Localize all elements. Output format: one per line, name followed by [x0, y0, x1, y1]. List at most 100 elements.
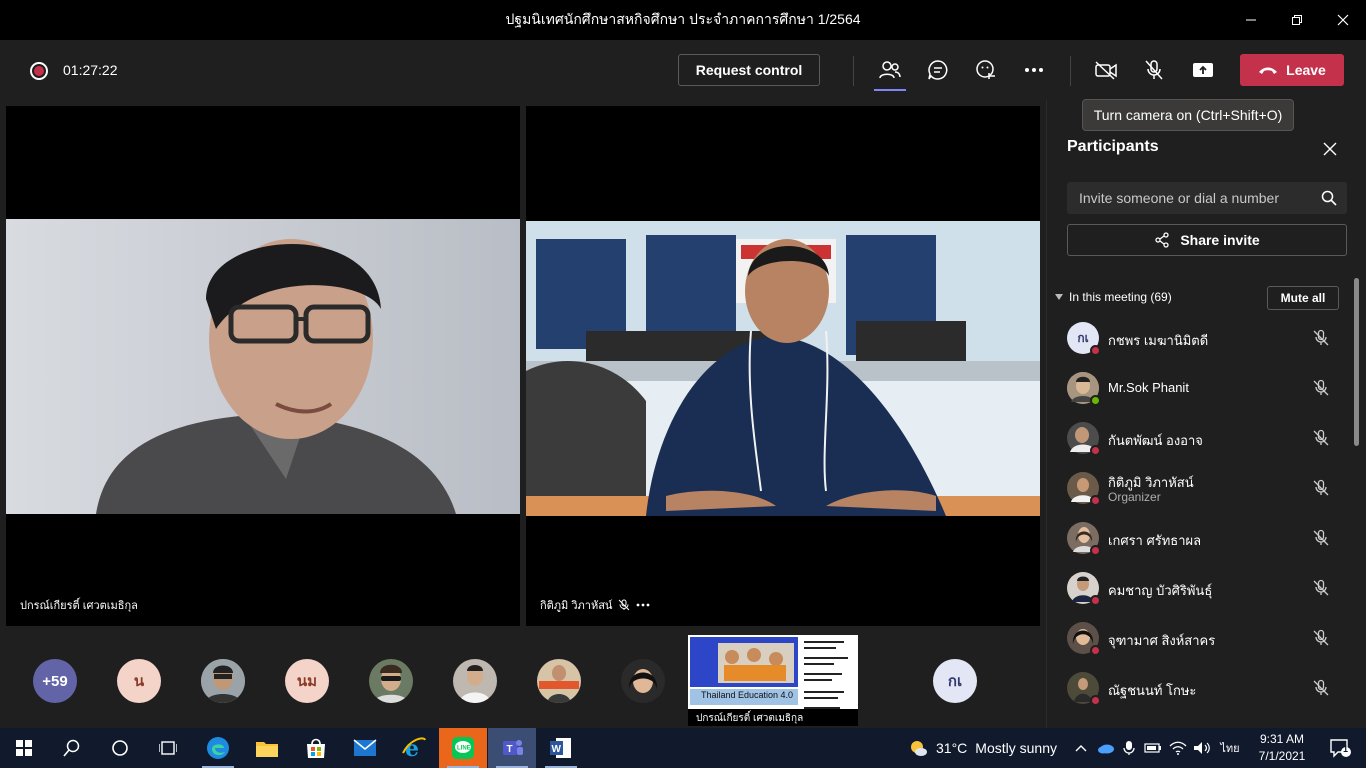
leave-label: Leave: [1286, 62, 1326, 78]
onedrive-icon[interactable]: [1094, 728, 1118, 768]
avatar[interactable]: น: [117, 659, 161, 703]
mic-muted-icon[interactable]: [1312, 679, 1330, 697]
notification-center-icon[interactable]: 1: [1320, 728, 1360, 768]
edge-icon[interactable]: [194, 728, 242, 768]
presence-busy-icon: [1090, 645, 1101, 656]
teams-meeting-window: ปฐมนิเทศนักศึกษาสหกิจศึกษา ประจำภาคการศึ…: [0, 0, 1366, 768]
meeting-timer: 01:27:22: [63, 62, 118, 78]
camera-off-icon[interactable]: [1090, 56, 1122, 84]
video-tile[interactable]: กิติภูมิ วิภาหัสน์: [526, 106, 1040, 626]
more-actions-icon[interactable]: [1018, 56, 1050, 84]
avatar[interactable]: [621, 659, 665, 703]
share-invite-button[interactable]: Share invite: [1067, 224, 1347, 256]
avatar[interactable]: [537, 659, 581, 703]
avatar[interactable]: [453, 659, 497, 703]
mic-muted-icon[interactable]: [1138, 56, 1170, 84]
participants-icon[interactable]: [874, 56, 906, 91]
microphone-icon[interactable]: [1118, 728, 1140, 768]
mic-muted-icon[interactable]: [1312, 579, 1330, 597]
start-button-icon[interactable]: [0, 728, 48, 768]
mic-muted-icon[interactable]: [1312, 629, 1330, 647]
more-options-icon[interactable]: [636, 603, 650, 607]
video-stage: ปกรณ์เกียรติ์ เศวตเมธิกุล กิติภูมิ วิภาห…: [0, 100, 1046, 630]
participant-row[interactable]: เกศรา ศรัทธาผล: [1047, 516, 1351, 566]
participant-name: กันตพัฒน์ องอาจ: [1108, 433, 1203, 448]
presence-busy-icon: [1090, 345, 1101, 356]
overflow-avatar[interactable]: +59: [33, 659, 77, 703]
search-icon[interactable]: [48, 728, 96, 768]
toolbar-divider: [853, 56, 854, 86]
mic-muted-icon[interactable]: [1312, 429, 1330, 447]
section-label: In this meeting (69): [1069, 290, 1172, 304]
mute-all-button[interactable]: Mute all: [1267, 286, 1339, 310]
participants-panel: Participants Share invite In this meetin…: [1046, 100, 1366, 728]
title-bar: ปฐมนิเทศนักศึกษาสหกิจศึกษา ประจำภาคการศึ…: [0, 0, 1366, 40]
close-icon[interactable]: [1320, 0, 1366, 40]
mic-muted-icon[interactable]: [1312, 529, 1330, 547]
phone-hangup-icon: [1259, 67, 1278, 74]
chevron-up-icon[interactable]: [1070, 728, 1092, 768]
minimize-icon[interactable]: [1228, 0, 1274, 40]
participant-row[interactable]: กันตพัฒน์ องอาจ: [1047, 416, 1351, 466]
svg-text:T: T: [507, 744, 513, 755]
reactions-icon[interactable]: [970, 56, 1002, 84]
avatar[interactable]: [201, 659, 245, 703]
close-panel-icon[interactable]: [1321, 140, 1339, 158]
shared-content-caption: Thailand Education 4.0: [701, 690, 794, 700]
svg-text:LINE: LINE: [457, 746, 471, 752]
weather-widget[interactable]: 31°C Mostly sunny: [908, 738, 1057, 758]
presence-busy-icon: [1090, 595, 1101, 606]
restore-icon[interactable]: [1274, 0, 1320, 40]
wifi-icon[interactable]: [1166, 728, 1190, 768]
participant-name: เกศรา ศรัทธาผล: [1108, 533, 1202, 548]
file-explorer-icon[interactable]: [243, 728, 291, 768]
mic-muted-icon[interactable]: [1312, 479, 1330, 497]
participant-row[interactable]: กเ กชพร เมฆานิมิตดี: [1047, 316, 1351, 366]
chat-icon[interactable]: [922, 56, 954, 84]
mic-muted-icon[interactable]: [1312, 379, 1330, 397]
clock-date: 7/1/2021: [1258, 749, 1306, 763]
invite-search-input[interactable]: [1067, 182, 1347, 214]
participant-row[interactable]: จุฑามาศ สิงห์สาคร: [1047, 616, 1351, 666]
avatar[interactable]: กเ: [933, 659, 977, 703]
participant-row[interactable]: คมชาญ บัวศิริพันธุ์: [1047, 566, 1351, 616]
mic-muted-icon: [619, 599, 630, 611]
participant-row[interactable]: Mr.Sok Phanit: [1047, 366, 1351, 416]
clock[interactable]: 9:31 AM 7/1/2021: [1246, 731, 1318, 765]
leave-button[interactable]: Leave: [1240, 54, 1344, 86]
presenter-name: ปกรณ์เกียรติ์ เศวตเมธิกุล: [696, 713, 804, 724]
presence-available-icon: [1090, 395, 1101, 406]
mail-icon[interactable]: [341, 728, 389, 768]
shared-content-thumbnail[interactable]: Thailand Education 4.0 ปกรณ์เกียรติ์ เศว…: [686, 633, 860, 728]
participant-name: ณัฐชนนท์ โกษะ: [1108, 683, 1197, 698]
participant-video-feed: [6, 219, 520, 514]
participant-row[interactable]: กิติภูมิ วิภาหัสน์ Organizer: [1047, 466, 1351, 516]
participant-row[interactable]: ณัฐชนนท์ โกษะ: [1047, 666, 1351, 716]
meeting-toolbar: 01:27:22 Request control Leave: [0, 40, 1366, 100]
video-name-label: กิติภูมิ วิภาหัสน์: [540, 596, 650, 614]
word-icon[interactable]: W: [537, 728, 585, 768]
internet-explorer-icon[interactable]: e: [390, 728, 438, 768]
teams-icon[interactable]: T: [488, 728, 536, 768]
participant-name: คมชาญ บัวศิริพันธุ์: [1108, 583, 1213, 598]
video-name-label: ปกรณ์เกียรติ์ เศวตเมธิกุล: [20, 596, 138, 614]
in-meeting-section-toggle[interactable]: In this meeting (69): [1055, 290, 1172, 304]
avatar[interactable]: [369, 659, 413, 703]
battery-icon[interactable]: [1142, 728, 1164, 768]
recording-indicator-icon: [30, 62, 48, 80]
task-view-icon[interactable]: [144, 728, 192, 768]
panel-title: Participants: [1067, 138, 1159, 155]
cortana-icon[interactable]: [96, 728, 144, 768]
avatar[interactable]: นม: [285, 659, 329, 703]
request-control-button[interactable]: Request control: [678, 54, 820, 86]
video-tile[interactable]: ปกรณ์เกียรติ์ เศวตเมธิกุล: [6, 106, 520, 626]
panel-scrollbar[interactable]: [1354, 278, 1359, 446]
share-screen-icon[interactable]: [1187, 56, 1219, 84]
input-language[interactable]: ไทย: [1216, 728, 1244, 768]
mic-muted-icon[interactable]: [1312, 329, 1330, 347]
search-icon[interactable]: [1321, 190, 1337, 206]
chevron-down-icon: [1055, 294, 1063, 300]
volume-icon[interactable]: [1190, 728, 1214, 768]
line-icon[interactable]: LINE: [439, 728, 487, 768]
store-icon[interactable]: [292, 728, 340, 768]
